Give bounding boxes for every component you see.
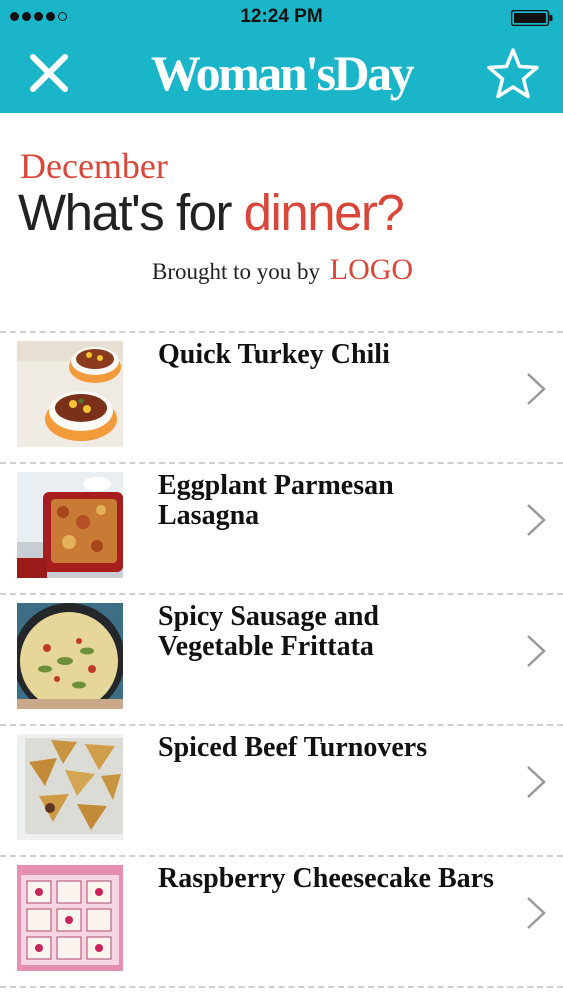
brand-logo: Woman'sDay bbox=[150, 45, 415, 101]
promo-month: December bbox=[20, 146, 168, 186]
recipe-row[interactable]: Spiced Beef Turnovers bbox=[0, 724, 563, 855]
sponsor-logo: LOGO bbox=[329, 253, 414, 286]
promo-title: What's for dinner? bbox=[18, 183, 405, 243]
recipe-title: Spiced Beef Turnovers bbox=[158, 732, 428, 763]
chevron-right-icon bbox=[527, 504, 546, 536]
chevron-right-icon bbox=[527, 766, 546, 798]
recipe-title: Spicy Sausage and Vegetable Frittata bbox=[158, 601, 379, 662]
chevron-right-icon bbox=[527, 897, 546, 929]
cheesecake-bars-photo bbox=[17, 865, 123, 971]
recipe-row[interactable]: Spicy Sausage and Vegetable Frittata bbox=[0, 593, 563, 724]
star-outline-icon[interactable] bbox=[485, 46, 541, 102]
promo-title-accent: dinner? bbox=[243, 184, 405, 241]
chevron-right-icon bbox=[527, 635, 546, 667]
recipe-title: Raspberry Cheesecake Bars bbox=[158, 863, 494, 894]
sponsored-banner[interactable]: December What's for dinner? Brought to y… bbox=[0, 113, 563, 333]
promo-title-main: What's for bbox=[18, 184, 244, 241]
promo-sponsor: Brought to you by LOGO bbox=[152, 255, 413, 287]
recipe-title: Quick Turkey Chili bbox=[158, 339, 390, 370]
eggplant-lasagna-photo bbox=[17, 472, 123, 578]
status-time: 12:24 PM bbox=[240, 6, 323, 27]
recipe-row[interactable]: Quick Turkey Chili bbox=[0, 331, 563, 462]
chevron-right-icon bbox=[527, 373, 546, 405]
recipe-list: Quick Turkey Chili Eggplant Parmesan Las… bbox=[0, 331, 563, 988]
recipe-title: Eggplant Parmesan Lasagna bbox=[158, 470, 394, 531]
battery-icon bbox=[511, 10, 553, 26]
beef-turnovers-photo bbox=[17, 734, 123, 840]
frittata-photo bbox=[17, 603, 123, 709]
status-bar: 12:24 PM bbox=[0, 0, 563, 36]
top-bar: 12:24 PM Woman'sDay bbox=[0, 0, 563, 113]
recipe-row[interactable]: Raspberry Cheesecake Bars bbox=[0, 855, 563, 988]
nav-bar: Woman'sDay bbox=[0, 36, 563, 113]
sponsor-prefix: Brought to you by bbox=[152, 259, 321, 284]
turkey-chili-photo bbox=[17, 341, 123, 447]
recipe-row[interactable]: Eggplant Parmesan Lasagna bbox=[0, 462, 563, 593]
